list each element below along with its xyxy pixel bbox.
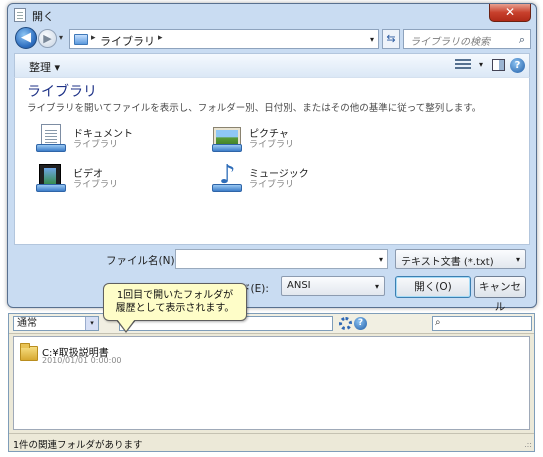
- open-file-dialog: 開く ✕ ◀ ▶ ▾ ▸ ライブラリ ▸ ▾ ⇆ ライブラリの検索 ⌕ 整理 ▾…: [7, 3, 537, 313]
- title-bar[interactable]: 開く ✕: [8, 4, 536, 26]
- search-icon: ⌕: [435, 317, 441, 328]
- library-item-type: ライブラリ: [249, 140, 295, 150]
- pictures-library-icon: [211, 122, 243, 154]
- command-bar: 整理 ▾ ▾ ?: [14, 53, 530, 77]
- music-library-icon: ♪: [211, 162, 243, 194]
- library-heading: ライブラリ: [27, 84, 97, 100]
- view-dropdown-icon[interactable]: ▾: [479, 60, 483, 69]
- encoding-value: ANSI: [287, 280, 311, 291]
- open-button[interactable]: 開く(O): [395, 276, 471, 298]
- file-type-dropdown-icon: ▾: [515, 255, 520, 264]
- folder-history-panel: 通常 ▾ ? ⌕ C:¥取扱説明書 2010/01/01 0:00:00 1件の…: [8, 313, 535, 452]
- history-mode-select[interactable]: 通常 ▾: [13, 316, 99, 331]
- folder-date: 2010/01/01 0:00:00: [42, 356, 122, 365]
- library-item-pictures[interactable]: ピクチャ ライブラリ: [211, 122, 371, 156]
- cancel-button[interactable]: キャンセル: [474, 276, 526, 313]
- resize-grip-icon[interactable]: .::: [524, 440, 532, 449]
- navigation-bar: ◀ ▶ ▾ ▸ ライブラリ ▸ ▾ ⇆ ライブラリの検索 ⌕: [14, 27, 531, 51]
- close-button[interactable]: ✕: [489, 4, 531, 22]
- library-item-documents[interactable]: ドキュメント ライブラリ: [35, 122, 195, 156]
- explanation-callout: 1回目で開いたフォルダが 履歴として表示されます。: [103, 283, 247, 321]
- notepad-icon: [14, 8, 26, 22]
- history-toolbar: 通常 ▾ ? ⌕: [9, 314, 534, 334]
- help-icon[interactable]: ?: [510, 58, 525, 73]
- organize-button[interactable]: 整理 ▾: [29, 59, 60, 75]
- address-dropdown-icon[interactable]: ▾: [370, 35, 374, 44]
- documents-library-icon: [35, 122, 67, 154]
- callout-line-1: 1回目で開いたフォルダが: [116, 290, 234, 301]
- change-view-icon[interactable]: [455, 59, 471, 71]
- callout-pointer-fill: [117, 319, 135, 331]
- status-bar: 1件の関連フォルダがあります .::: [9, 433, 534, 451]
- search-icon[interactable]: ⌕: [519, 33, 525, 47]
- history-help-icon[interactable]: ?: [354, 317, 367, 330]
- address-bar[interactable]: ▸ ライブラリ ▸ ▾: [69, 29, 379, 49]
- preview-pane-icon[interactable]: [492, 59, 505, 71]
- history-mode-value: 通常: [17, 318, 37, 329]
- filename-dropdown-icon[interactable]: ▾: [379, 255, 383, 264]
- filename-label: ファイル名(N):: [106, 255, 179, 267]
- forward-button[interactable]: ▶: [38, 29, 57, 48]
- library-item-music[interactable]: ♪ ミュージック ライブラリ: [211, 162, 371, 196]
- library-item-type: ライブラリ: [73, 180, 119, 190]
- breadcrumb-separator-icon[interactable]: ▸: [91, 33, 96, 43]
- recent-pages-dropdown-icon[interactable]: ▾: [59, 33, 63, 42]
- history-search-input[interactable]: ⌕: [432, 316, 532, 331]
- folder-icon: [20, 343, 38, 361]
- file-type-select[interactable]: テキスト文書 (*.txt) ▾: [395, 249, 526, 269]
- encoding-dropdown-icon: ▾: [374, 282, 379, 291]
- refresh-button[interactable]: ⇆: [382, 29, 400, 49]
- library-item-type: ライブラリ: [73, 140, 119, 150]
- window-title: 開く: [32, 10, 54, 23]
- library-description: ライブラリを開いてファイルを表示し、フォルダー別、日付別、またはその他の基準に従…: [27, 103, 482, 114]
- library-item-videos[interactable]: ビデオ ライブラリ: [35, 162, 195, 196]
- search-placeholder: ライブラリの検索: [410, 37, 490, 48]
- library-item-type: ライブラリ: [249, 180, 295, 190]
- videos-library-icon: [35, 162, 67, 194]
- mode-dropdown-icon[interactable]: ▾: [85, 317, 98, 330]
- filename-input[interactable]: ▾: [175, 249, 388, 269]
- status-text: 1件の関連フォルダがあります: [13, 440, 143, 451]
- callout-line-2: 履歴として表示されます。: [115, 303, 235, 314]
- back-button[interactable]: ◀: [15, 27, 37, 49]
- file-options-area: ファイル名(N): ▾ テキスト文書 (*.txt) ▾ ド(E): ANSI …: [14, 245, 530, 313]
- library-view: ライブラリ ライブラリを開いてファイルを表示し、フォルダー別、日付別、またはその…: [14, 77, 530, 245]
- breadcrumb-separator-icon[interactable]: ▸: [158, 33, 163, 43]
- settings-gear-icon[interactable]: [339, 317, 352, 330]
- library-search-input[interactable]: ライブラリの検索 ⌕: [403, 29, 531, 49]
- breadcrumb-libraries[interactable]: ライブラリ: [100, 33, 155, 49]
- list-item[interactable]: C:¥取扱説明書 2010/01/01 0:00:00: [20, 343, 220, 367]
- file-type-value: テキスト文書 (*.txt): [401, 257, 494, 268]
- history-folder-list: C:¥取扱説明書 2010/01/01 0:00:00: [13, 336, 530, 430]
- libraries-folder-icon: [74, 34, 88, 45]
- encoding-select[interactable]: ANSI ▾: [281, 276, 385, 296]
